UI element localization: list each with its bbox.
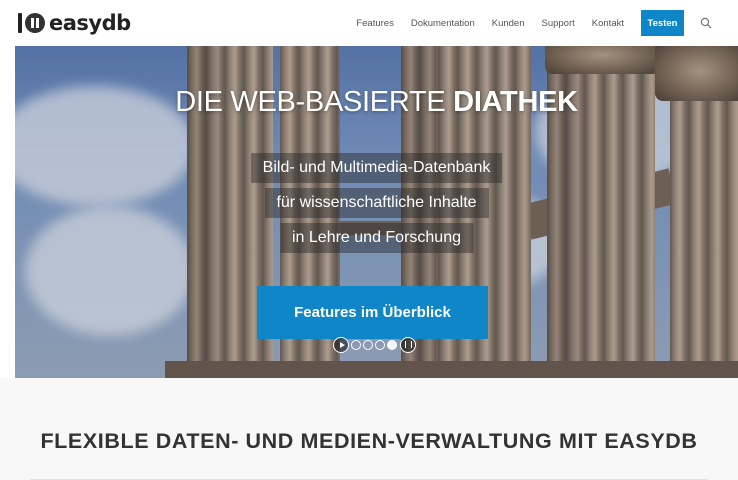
site-header: easydb Features Dokumentation Kunden Sup… bbox=[0, 0, 738, 46]
search-icon[interactable] bbox=[700, 17, 712, 29]
nav-item-support[interactable]: Support bbox=[542, 18, 575, 29]
nav-item-dokumentation[interactable]: Dokumentation bbox=[411, 18, 475, 29]
feature-section: FLEXIBLE DATEN- UND MEDIEN-VERWALTUNG MI… bbox=[0, 378, 738, 480]
features-overview-button[interactable]: Features im Überblick bbox=[257, 286, 488, 339]
nav-item-features[interactable]: Features bbox=[356, 18, 394, 29]
hero-subtitle-line: für wissenschaftliche Inhalte bbox=[264, 188, 489, 218]
pause-icon[interactable] bbox=[400, 336, 416, 353]
play-icon[interactable] bbox=[333, 336, 349, 353]
hero-subtitle-line: in Lehre und Forschung bbox=[280, 223, 473, 253]
slide-dot[interactable] bbox=[363, 339, 373, 350]
nav-item-kunden[interactable]: Kunden bbox=[492, 18, 525, 29]
slide-dot[interactable] bbox=[375, 339, 385, 350]
slide-dot[interactable] bbox=[351, 339, 361, 350]
slide-dot-active[interactable] bbox=[387, 339, 397, 350]
hero-slider: DIE WEB-BASIERTE DIATHEK Bild- und Multi… bbox=[15, 46, 738, 378]
slider-controls bbox=[333, 336, 416, 353]
logo-mark-icon bbox=[18, 10, 45, 36]
section-title: FLEXIBLE DATEN- UND MEDIEN-VERWALTUNG MI… bbox=[40, 429, 698, 453]
nav-item-kontakt[interactable]: Kontakt bbox=[592, 18, 624, 29]
easydb-logo[interactable]: easydb bbox=[18, 9, 131, 37]
main-nav: Features Dokumentation Kunden Support Ko… bbox=[339, 0, 712, 46]
hero-title: DIE WEB-BASIERTE DIATHEK bbox=[175, 86, 578, 118]
testen-button[interactable]: Testen bbox=[641, 10, 684, 36]
logo-text: easydb bbox=[49, 11, 131, 35]
hero-subtitle-line: Bild- und Multimedia-Datenbank bbox=[250, 153, 503, 183]
